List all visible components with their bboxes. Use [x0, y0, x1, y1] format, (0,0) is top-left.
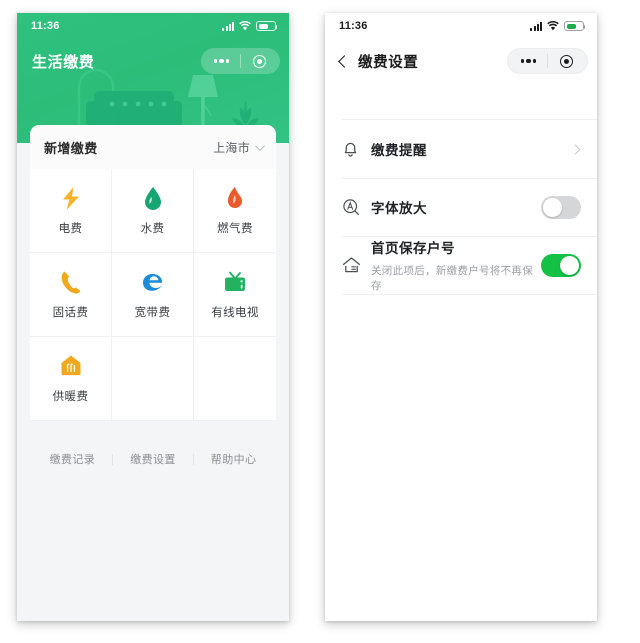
chevron-down-icon — [254, 140, 265, 151]
left-phone-screenshot: 11:36 生活缴费 新增缴费 上海市 电费 水费 燃气费 固话费 宽带费 有线… — [17, 13, 289, 621]
city-selector[interactable]: 上海市 — [213, 139, 265, 156]
city-selector-value: 上海市 — [213, 140, 250, 155]
status-bar-icons — [222, 21, 278, 31]
left-hero-navbar: 生活缴费 — [17, 39, 289, 83]
add-payment-card: 新增缴费 上海市 电费 水费 燃气费 固话费 宽带费 有线电视 供暖费 — [30, 125, 276, 421]
settings-row-save-account[interactable]: 首页保存户号 关闭此项后，新缴费户号将不再保存 — [325, 236, 597, 294]
wifi-icon — [239, 21, 251, 31]
footer-link-payment-records[interactable]: 缴费记录 — [33, 451, 113, 467]
service-cell-cable-tv[interactable]: 有线电视 — [194, 253, 276, 337]
status-bar-icons — [530, 21, 586, 31]
lightning-bolt-icon — [60, 185, 82, 211]
battery-icon — [564, 21, 586, 31]
settings-row-payment-reminder[interactable]: 缴费提醒 — [325, 120, 597, 178]
card-title: 新增缴费 — [44, 140, 98, 156]
target-circle-icon — [253, 54, 266, 68]
service-cell-electricity[interactable]: 电费 — [30, 169, 112, 253]
service-cell-water[interactable]: 水费 — [112, 169, 194, 253]
settings-row-text: 首页保存户号 关闭此项后，新缴费户号将不再保存 — [368, 237, 541, 293]
settings-list: 缴费提醒 字体放大 首页保存户号 关闭此项后，新缴费户号将不再保存 — [325, 83, 597, 295]
status-bar-time: 11:36 — [31, 20, 60, 32]
settings-row-label: 字体放大 — [371, 200, 427, 216]
settings-list-bottom-divider — [342, 294, 597, 295]
service-cell-empty — [194, 337, 276, 421]
capsule-more-button[interactable] — [510, 58, 547, 64]
lamp-cord-shape — [203, 104, 212, 117]
right-status-bar: 11:36 — [325, 13, 597, 39]
left-status-bar: 11:36 — [17, 13, 289, 39]
right-phone-screenshot: 11:36 缴费设置 缴费提醒 字体放大 首页保存户号 关闭此项后，新缴费户号将… — [325, 13, 597, 621]
wifi-icon — [547, 21, 559, 31]
service-label: 有线电视 — [211, 307, 259, 319]
font-size-icon — [342, 198, 368, 216]
card-footer-links: 缴费记录 缴费设置 帮助中心 — [17, 421, 289, 467]
telephone-icon — [59, 269, 82, 295]
miniprogram-capsule[interactable] — [201, 48, 280, 74]
navbar-left-group: 缴费设置 — [337, 51, 418, 72]
miniprogram-capsule[interactable] — [507, 48, 588, 74]
service-label: 电费 — [58, 223, 83, 235]
service-cell-heating[interactable]: 供暖费 — [30, 337, 112, 421]
settings-row-text: 字体放大 — [368, 197, 541, 218]
font-enlarge-toggle[interactable] — [541, 195, 581, 219]
save-account-toggle[interactable] — [541, 253, 581, 277]
settings-navbar: 缴费设置 — [325, 39, 597, 83]
settings-row-description: 关闭此项后，新缴费户号将不再保存 — [371, 265, 533, 292]
chevron-right-icon — [570, 144, 581, 154]
service-cell-empty — [112, 337, 194, 421]
settings-row-label: 首页保存户号 — [371, 241, 455, 256]
service-label: 供暖费 — [52, 391, 89, 403]
water-drop-icon — [143, 185, 163, 211]
card-header: 新增缴费 上海市 — [30, 125, 276, 169]
home-icon — [342, 256, 368, 274]
service-label: 水费 — [140, 223, 165, 235]
signal-bars-icon — [530, 22, 542, 31]
more-dots-icon — [520, 58, 537, 64]
settings-row-text: 缴费提醒 — [368, 139, 572, 160]
chevron-left-icon[interactable] — [338, 54, 351, 68]
capsule-more-button[interactable] — [203, 58, 240, 64]
heating-house-icon — [60, 353, 82, 379]
page-title: 生活缴费 — [32, 53, 95, 71]
service-label: 固话费 — [52, 307, 89, 319]
capsule-close-button[interactable] — [241, 54, 278, 68]
edge-browser-icon — [141, 269, 165, 295]
bell-icon — [342, 140, 368, 158]
service-cell-landline[interactable]: 固话费 — [30, 253, 112, 337]
target-circle-icon — [560, 54, 573, 68]
settings-row-label: 缴费提醒 — [371, 142, 427, 158]
television-icon — [222, 269, 248, 295]
footer-link-payment-settings[interactable]: 缴费设置 — [113, 451, 193, 467]
capsule-close-button[interactable] — [548, 54, 585, 68]
service-cell-gas[interactable]: 燃气费 — [194, 169, 276, 253]
service-grid: 电费 水费 燃气费 固话费 宽带费 有线电视 供暖费 — [30, 169, 276, 421]
signal-bars-icon — [222, 22, 234, 31]
screenshot-stage: 11:36 生活缴费 新增缴费 上海市 电费 水费 燃气费 固话费 宽带费 有线… — [0, 0, 640, 643]
navbar-title: 缴费设置 — [358, 54, 419, 71]
flame-icon — [225, 185, 245, 211]
footer-link-help-center[interactable]: 帮助中心 — [194, 451, 274, 467]
settings-row-font-enlarge[interactable]: 字体放大 — [325, 178, 597, 236]
service-cell-broadband[interactable]: 宽带费 — [112, 253, 194, 337]
status-bar-time: 11:36 — [339, 20, 368, 32]
service-label: 燃气费 — [217, 223, 253, 235]
more-dots-icon — [213, 58, 230, 64]
battery-icon — [256, 21, 278, 31]
green-hero-header: 11:36 生活缴费 — [17, 13, 289, 143]
service-label: 宽带费 — [134, 307, 171, 319]
